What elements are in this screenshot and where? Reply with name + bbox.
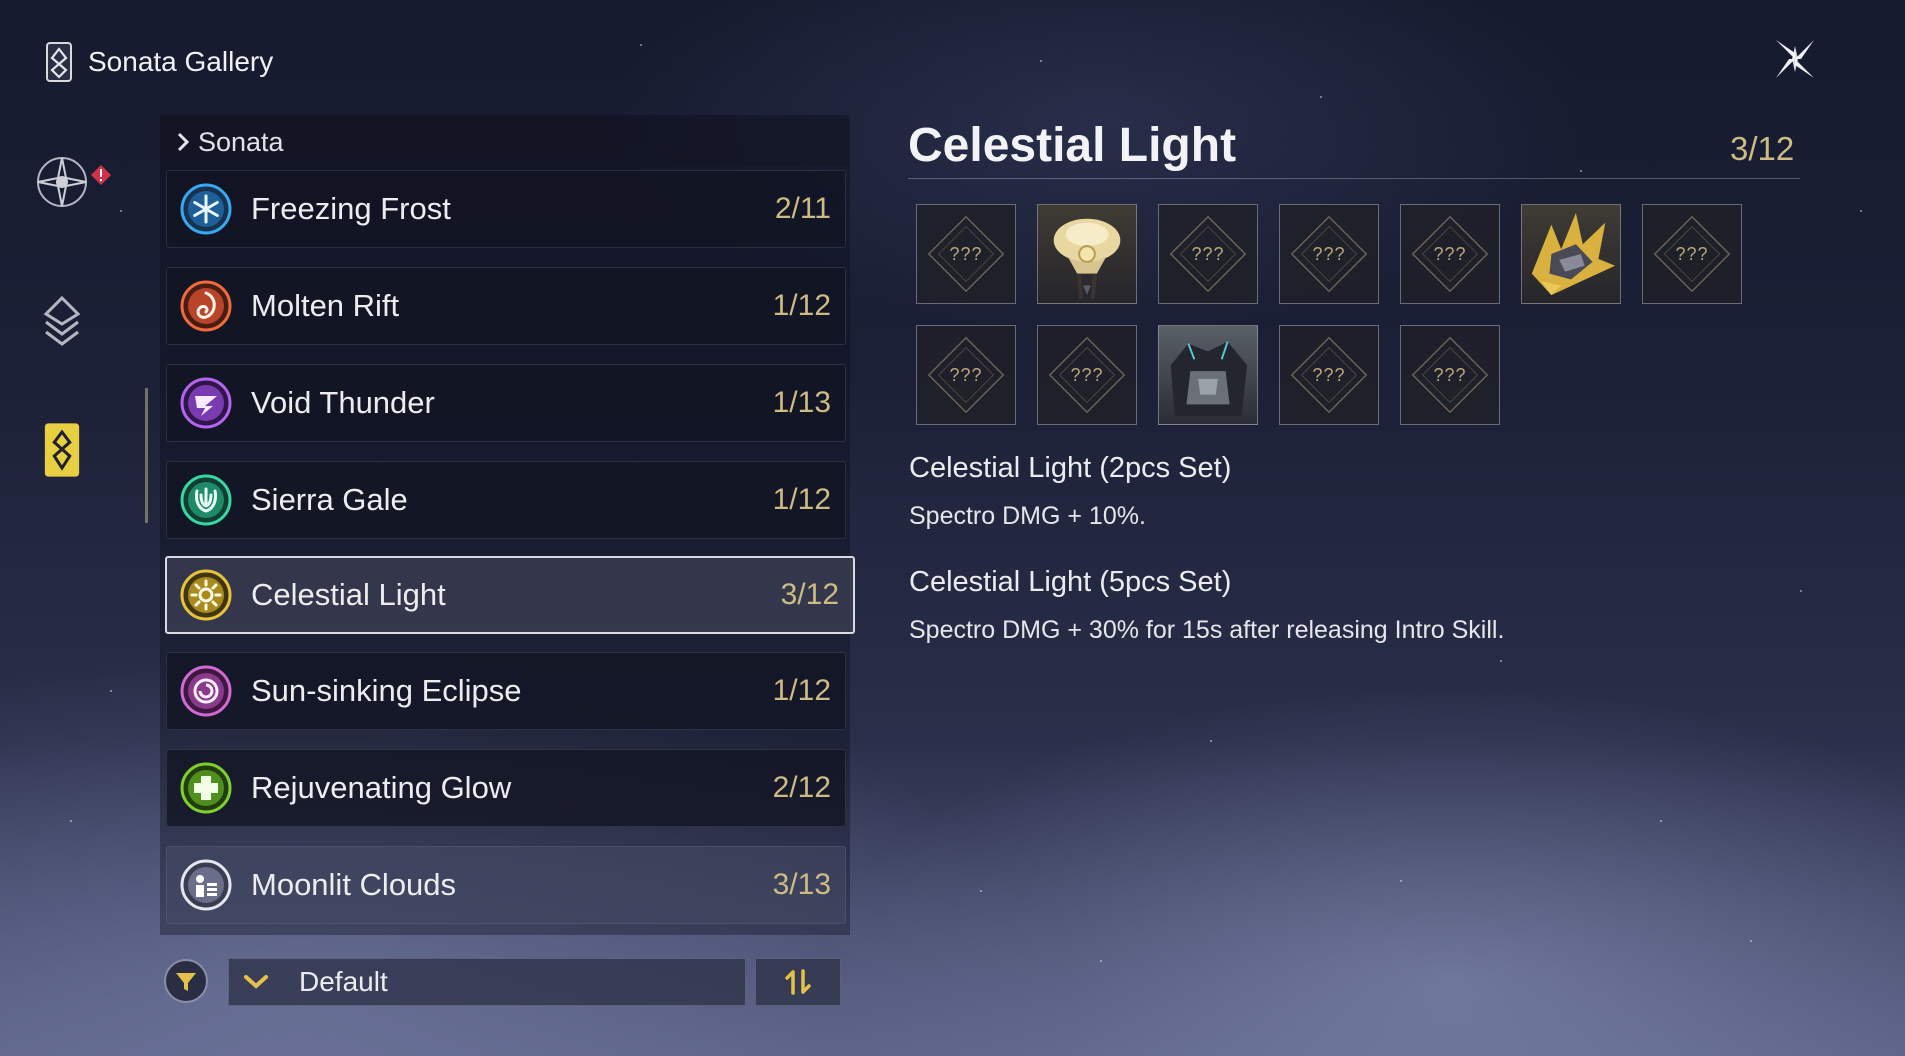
echo-grid: ??? ??? ??? ??? ??? ??? ??? ??? ??? <box>916 204 1766 425</box>
set-bonus-5pc-desc: Spectro DMG + 30% for 15s after releasin… <box>909 616 1505 644</box>
chevron-right-icon <box>177 132 190 152</box>
set-count: 2/12 <box>772 771 831 804</box>
wind-icon <box>180 474 232 526</box>
set-count: 1/13 <box>772 386 831 419</box>
list-item-sun-sinking-eclipse[interactable]: Sun-sinking Eclipse 1/12 <box>166 652 846 730</box>
echo-slot-locked[interactable]: ??? <box>916 325 1016 425</box>
set-count: 3/12 <box>780 578 839 611</box>
sun-icon <box>180 569 232 621</box>
echo-slot-owned[interactable] <box>1037 204 1137 304</box>
sort-order-icon <box>785 969 811 995</box>
eclipse-icon <box>180 665 232 717</box>
echo-compass-icon[interactable] <box>32 152 92 212</box>
set-name: Void Thunder <box>251 385 435 420</box>
list-item-molten-rift[interactable]: Molten Rift 1/12 <box>166 267 846 345</box>
detail-count: 3/12 <box>1730 130 1795 167</box>
heal-plus-icon <box>180 762 232 814</box>
sonata-layers-icon[interactable] <box>32 292 92 352</box>
echo-slot-locked[interactable]: ??? <box>1642 204 1742 304</box>
close-icon[interactable] <box>1770 34 1820 84</box>
category-label: Sonata <box>198 126 284 157</box>
echo-slot-locked[interactable]: ??? <box>1400 204 1500 304</box>
moonlit-clouds-icon <box>180 859 232 911</box>
filter-icon[interactable] <box>163 958 209 1004</box>
detail-divider <box>908 178 1800 179</box>
thunder-swirl-icon <box>180 377 232 429</box>
set-name: Molten Rift <box>251 288 400 323</box>
set-name: Rejuvenating Glow <box>251 770 512 805</box>
category-header[interactable]: Sonata <box>160 118 850 166</box>
set-count: 1/12 <box>772 483 831 516</box>
echo-slot-label: ??? <box>1312 243 1346 264</box>
list-item-void-thunder[interactable]: Void Thunder 1/13 <box>166 364 846 442</box>
echo-slot-locked[interactable]: ??? <box>1279 204 1379 304</box>
chevron-down-icon <box>244 975 268 989</box>
sort-order-button[interactable] <box>755 958 841 1006</box>
snowflake-icon <box>180 183 232 235</box>
set-name: Sun-sinking Eclipse <box>251 673 522 708</box>
set-count: 1/12 <box>772 289 831 322</box>
echo-slot-label: ??? <box>1433 243 1467 264</box>
echo-slot-label: ??? <box>1191 243 1225 264</box>
echo-slot-label: ??? <box>1070 364 1104 385</box>
echo-slot-locked[interactable]: ??? <box>1279 325 1379 425</box>
echo-slot-owned[interactable] <box>1521 204 1621 304</box>
alert-badge-icon <box>91 165 111 185</box>
echo-slot-owned[interactable] <box>1158 325 1258 425</box>
echo-beast-icon <box>1531 212 1616 296</box>
detail-title: Celestial Light <box>908 119 1237 172</box>
list-item-moonlit-clouds[interactable]: Moonlit Clouds 3/13 <box>166 846 846 924</box>
set-count: 3/13 <box>772 868 831 901</box>
echo-slot-label: ??? <box>1312 364 1346 385</box>
rail-selection-indicator <box>145 388 148 523</box>
list-item-celestial-light[interactable]: Celestial Light 3/12 <box>165 556 855 634</box>
set-count: 1/12 <box>772 674 831 707</box>
set-count: 2/11 <box>774 192 831 225</box>
set-name: Celestial Light <box>251 577 446 612</box>
list-item-freezing-frost[interactable]: Freezing Frost 2/11 <box>166 170 846 248</box>
set-name: Freezing Frost <box>251 191 451 226</box>
sort-dropdown[interactable]: Default <box>228 958 746 1006</box>
sort-label: Default <box>299 966 388 997</box>
echo-slot-locked[interactable]: ??? <box>1158 204 1258 304</box>
sonata-card-icon[interactable] <box>32 420 92 480</box>
echo-slot-label: ??? <box>1675 243 1709 264</box>
echo-creature-icon <box>1053 218 1121 300</box>
list-item-sierra-gale[interactable]: Sierra Gale 1/12 <box>166 461 846 539</box>
set-bonus-2pc-desc: Spectro DMG + 10%. <box>909 502 1146 530</box>
echo-slot-label: ??? <box>949 364 983 385</box>
list-item-rejuvenating-glow[interactable]: Rejuvenating Glow 2/12 <box>166 749 846 827</box>
echo-slot-label: ??? <box>949 243 983 264</box>
flame-swirl-icon <box>180 280 232 332</box>
set-bonus-5pc-title: Celestial Light (5pcs Set) <box>909 566 1232 598</box>
echo-slot-locked[interactable]: ??? <box>1037 325 1137 425</box>
echo-slot-locked[interactable]: ??? <box>1400 325 1500 425</box>
echo-slot-label: ??? <box>1433 364 1467 385</box>
sonata-gallery-icon <box>46 42 72 82</box>
set-name: Sierra Gale <box>251 482 408 517</box>
set-bonus-2pc-title: Celestial Light (2pcs Set) <box>909 452 1232 484</box>
echo-slot-locked[interactable]: ??? <box>916 204 1016 304</box>
page-title: Sonata Gallery <box>88 46 274 77</box>
page-header: Sonata Gallery <box>44 40 273 84</box>
set-name: Moonlit Clouds <box>251 867 457 902</box>
echo-golem-icon <box>1170 341 1248 417</box>
